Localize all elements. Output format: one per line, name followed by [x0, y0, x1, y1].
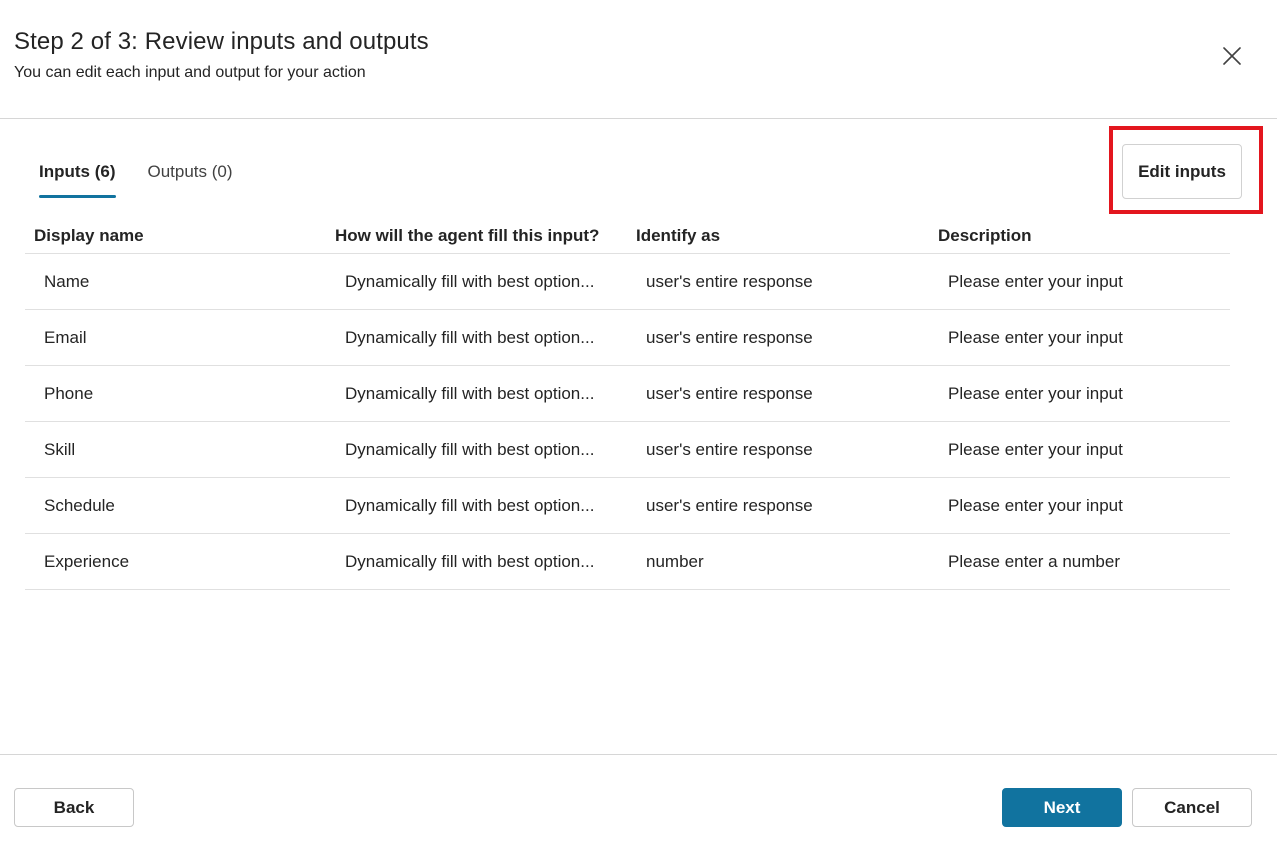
- cell-description: Please enter your input: [948, 271, 1123, 291]
- dialog-subtitle: You can edit each input and output for y…: [14, 64, 366, 81]
- header-divider: [0, 118, 1277, 119]
- tab-outputs[interactable]: Outputs (0): [148, 160, 233, 198]
- cell-description: Please enter your input: [948, 327, 1123, 347]
- cell-description: Please enter your input: [948, 495, 1123, 515]
- close-button[interactable]: [1216, 40, 1248, 72]
- tab-inputs[interactable]: Inputs (6): [39, 160, 116, 198]
- table-row[interactable]: Email Dynamically fill with best option.…: [25, 310, 1230, 366]
- cell-display-name: Skill: [44, 439, 76, 459]
- back-button[interactable]: Back: [14, 788, 134, 827]
- cell-display-name: Name: [44, 271, 90, 291]
- review-inputs-dialog: Step 2 of 3: Review inputs and outputs Y…: [0, 0, 1277, 842]
- cell-fill-method: Dynamically fill with best option...: [345, 551, 595, 571]
- cell-fill-method: Dynamically fill with best option...: [345, 383, 595, 403]
- cell-description: Please enter a number: [948, 551, 1120, 571]
- cell-display-name: Experience: [44, 551, 130, 571]
- cell-display-name: Phone: [44, 383, 94, 403]
- cell-fill-method: Dynamically fill with best option...: [345, 495, 595, 515]
- cell-identify-as: user's entire response: [646, 271, 813, 291]
- cell-fill-method: Dynamically fill with best option...: [345, 271, 595, 291]
- cell-description: Please enter your input: [948, 439, 1123, 459]
- table-header: Display name How will the agent fill thi…: [25, 218, 1230, 254]
- cell-identify-as: user's entire response: [646, 495, 813, 515]
- table-row[interactable]: Schedule Dynamically fill with best opti…: [25, 478, 1230, 534]
- inputs-table: Display name How will the agent fill thi…: [25, 218, 1230, 590]
- cell-description: Please enter your input: [948, 383, 1123, 403]
- column-header-display-name: Display name: [34, 225, 144, 245]
- column-header-description: Description: [938, 225, 1032, 245]
- cell-identify-as: user's entire response: [646, 439, 813, 459]
- edit-inputs-button[interactable]: Edit inputs: [1122, 144, 1242, 199]
- table-row[interactable]: Phone Dynamically fill with best option.…: [25, 366, 1230, 422]
- table-row[interactable]: Skill Dynamically fill with best option.…: [25, 422, 1230, 478]
- next-button[interactable]: Next: [1002, 788, 1122, 827]
- close-icon: [1223, 47, 1241, 65]
- cell-display-name: Schedule: [44, 495, 115, 515]
- cancel-button[interactable]: Cancel: [1132, 788, 1252, 827]
- dialog-header: Step 2 of 3: Review inputs and outputs Y…: [14, 26, 429, 84]
- cell-identify-as: number: [646, 551, 704, 571]
- footer-divider: [0, 754, 1277, 755]
- cell-fill-method: Dynamically fill with best option...: [345, 439, 595, 459]
- column-header-fill-method: How will the agent fill this input?: [335, 225, 600, 245]
- dialog-title: Step 2 of 3: Review inputs and outputs: [14, 28, 429, 55]
- cell-identify-as: user's entire response: [646, 383, 813, 403]
- column-header-identify-as: Identify as: [636, 225, 721, 245]
- table-row[interactable]: Name Dynamically fill with best option..…: [25, 254, 1230, 310]
- table-row[interactable]: Experience Dynamically fill with best op…: [25, 534, 1230, 590]
- cell-display-name: Email: [44, 327, 87, 347]
- cell-identify-as: user's entire response: [646, 327, 813, 347]
- cell-fill-method: Dynamically fill with best option...: [345, 327, 595, 347]
- tab-list: Inputs (6) Outputs (0): [39, 160, 265, 198]
